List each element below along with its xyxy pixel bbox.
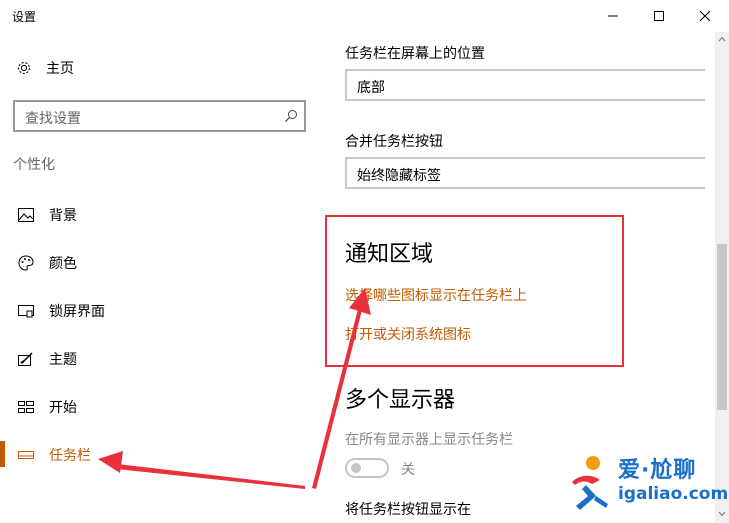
minimize-icon (608, 15, 618, 17)
search-input[interactable]: 查找设置 (13, 100, 306, 132)
maximize-icon (654, 11, 664, 21)
show-on-all-displays-toggle[interactable] (345, 458, 389, 478)
sidebar-item-label: 开始 (49, 400, 77, 416)
palette-icon (18, 255, 34, 271)
close-button[interactable] (682, 0, 728, 32)
toggle-knob (351, 463, 361, 473)
toggle-state-label: 关 (401, 462, 415, 478)
search-placeholder: 查找设置 (25, 111, 81, 127)
taskbar-position-dropdown[interactable]: 底部 (345, 69, 705, 101)
watermark-title: 爱·尬聊 (618, 458, 697, 483)
combine-buttons-dropdown[interactable]: 始终隐藏标签 (345, 157, 705, 189)
watermark: 爱·尬聊 igaliao.com (566, 450, 729, 518)
show-on-all-displays-label: 在所有显示器上显示任务栏 (345, 432, 513, 448)
sidebar-item-label: 锁屏界面 (49, 304, 105, 320)
dropdown-value: 底部 (357, 80, 385, 96)
lock-screen-icon (18, 305, 34, 318)
sidebar-item-themes[interactable]: 主题 (0, 340, 320, 376)
sidebar-item-start[interactable]: 开始 (0, 388, 320, 424)
sidebar: 主页 查找设置 个性化 背景 颜色 锁屏界面 主题 开始 任务栏 (0, 32, 320, 523)
sidebar-item-label: 任务栏 (49, 448, 91, 464)
home-label: 主页 (46, 61, 74, 77)
sidebar-item-label: 背景 (49, 208, 77, 224)
gear-icon (18, 62, 30, 74)
sidebar-item-label: 主题 (49, 352, 77, 368)
scroll-up-arrow-icon[interactable] (718, 36, 726, 42)
watermark-url: igaliao.com (618, 484, 729, 504)
title-bar: 设置 (0, 0, 729, 32)
sidebar-item-colors[interactable]: 颜色 (0, 244, 320, 280)
dropdown-value: 始终隐藏标签 (357, 168, 441, 184)
scroll-thumb[interactable] (717, 244, 727, 410)
search-icon (285, 110, 297, 122)
maximize-button[interactable] (636, 0, 682, 32)
brush-icon (18, 352, 33, 366)
minimize-button[interactable] (590, 0, 636, 32)
sidebar-item-label: 颜色 (49, 256, 77, 272)
annotation-highlight-box (325, 215, 624, 367)
section-title: 个性化 (13, 157, 55, 173)
settings-window: 设置 主页 查找设置 个性化 背景 颜色 锁屏界面 主题 开始 任务栏 任务栏在… (0, 0, 729, 523)
start-tiles-icon (18, 401, 34, 413)
taskbar-position-label: 任务栏在屏幕上的位置 (345, 46, 485, 62)
picture-icon (18, 208, 34, 222)
selection-indicator (0, 441, 5, 467)
close-icon (700, 11, 710, 21)
combine-buttons-label: 合并任务栏按钮 (345, 134, 443, 150)
multiple-displays-heading: 多个显示器 (345, 388, 456, 413)
show-buttons-on-label: 将任务栏按钮显示在 (345, 502, 471, 518)
sidebar-item-taskbar[interactable]: 任务栏 (0, 436, 320, 472)
sidebar-item-background[interactable]: 背景 (0, 196, 320, 232)
runner-logo-icon (572, 456, 608, 510)
sidebar-item-lock-screen[interactable]: 锁屏界面 (0, 292, 320, 328)
taskbar-icon (18, 451, 34, 459)
home-nav-item[interactable]: 主页 (16, 56, 74, 80)
window-title: 设置 (12, 10, 37, 24)
